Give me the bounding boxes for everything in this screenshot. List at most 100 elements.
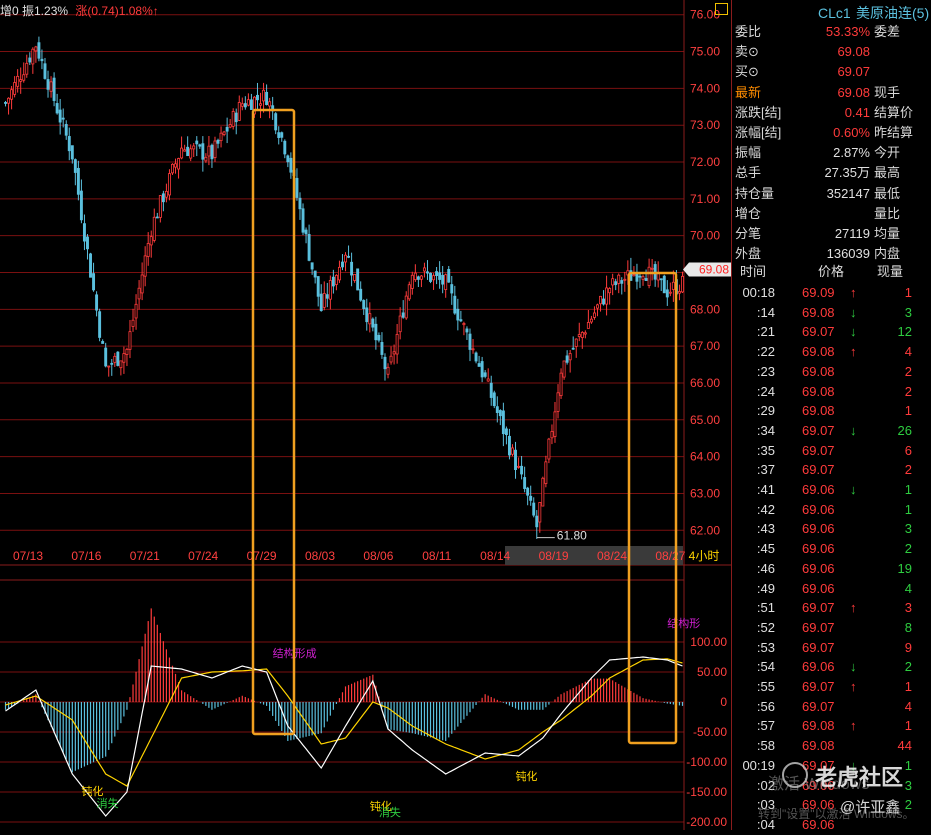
tick-arrow: ↓ bbox=[850, 422, 857, 438]
candle-body bbox=[174, 163, 177, 168]
candle-body bbox=[559, 372, 563, 397]
quote-label: 振幅 bbox=[735, 145, 762, 161]
candle-body bbox=[64, 124, 68, 136]
watermark-user: @许亚鑫 bbox=[840, 799, 901, 816]
tick-qty: 3 bbox=[904, 600, 912, 616]
tick-header-time: 时间 bbox=[740, 264, 767, 279]
tick-qty: 2 bbox=[904, 659, 912, 675]
tick-qty: 8 bbox=[904, 619, 912, 635]
tick-arrow: ↓ bbox=[850, 324, 857, 340]
candle-body bbox=[198, 144, 202, 147]
price-chart[interactable]: 76.0075.0074.0073.0072.0071.0070.0069.00… bbox=[0, 0, 731, 830]
date-axis-tick: 08/24 bbox=[597, 549, 627, 563]
candle-body bbox=[155, 216, 159, 219]
macd-annotation: 消失 bbox=[379, 805, 401, 819]
tick-row: :55 69.07 ↑ 1 bbox=[732, 677, 931, 697]
tick-arrow: ↑ bbox=[850, 344, 857, 360]
quote-label: 持仓量 bbox=[735, 185, 775, 201]
candle-body bbox=[386, 366, 390, 375]
candle-body bbox=[438, 272, 442, 280]
quote-row: 卖⊙ 69.08 bbox=[732, 42, 931, 62]
candle-body bbox=[541, 477, 545, 507]
date-axis-tick: 07/16 bbox=[71, 549, 101, 563]
tick-price: 69.06 bbox=[802, 482, 835, 497]
tick-row: :53 69.07 9 bbox=[732, 638, 931, 658]
candle-body bbox=[76, 167, 80, 195]
tick-price: 69.08 bbox=[802, 344, 835, 360]
candle-body bbox=[644, 278, 648, 281]
candle-body bbox=[574, 338, 578, 347]
settings-box-icon[interactable] bbox=[715, 3, 728, 15]
tick-time: :55 bbox=[756, 679, 775, 694]
price-axis-tick: 70.00 bbox=[690, 229, 720, 243]
tick-row: 00:18 69.09 ↑ 1 bbox=[732, 283, 931, 303]
candle-body bbox=[501, 410, 505, 435]
price-axis-tick: 65.00 bbox=[690, 413, 720, 427]
tick-qty: 1 bbox=[904, 501, 912, 517]
candle-body bbox=[389, 355, 393, 363]
candle-body bbox=[422, 267, 426, 272]
candle-body bbox=[234, 112, 238, 123]
tick-time: :56 bbox=[756, 698, 775, 714]
date-axis-tick: 08/11 bbox=[422, 549, 451, 563]
candle-body bbox=[49, 81, 53, 92]
tick-time: :58 bbox=[756, 738, 775, 754]
tick-qty: 1 bbox=[904, 718, 912, 734]
tick-qty: 1 bbox=[904, 482, 912, 497]
tiger-logo-icon bbox=[782, 762, 808, 788]
candle-body bbox=[538, 502, 542, 523]
tick-time: :23 bbox=[756, 363, 775, 379]
candle-body bbox=[213, 140, 217, 158]
candle-body bbox=[171, 163, 174, 174]
candle-body bbox=[617, 274, 621, 284]
tick-arrow: ↑ bbox=[850, 285, 857, 300]
price-axis-tick: 67.00 bbox=[690, 339, 720, 353]
candle-body bbox=[620, 280, 624, 284]
tick-price: 69.06 bbox=[802, 560, 835, 576]
candle-body bbox=[274, 113, 278, 131]
info-change: 涨(0.74)1.08%↑ bbox=[75, 4, 159, 18]
candle-body bbox=[462, 323, 466, 326]
candle-body bbox=[507, 435, 511, 456]
tick-time: :21 bbox=[756, 324, 775, 340]
tick-time: 00:18 bbox=[742, 285, 775, 300]
tick-qty: 4 bbox=[904, 698, 912, 714]
candle-body bbox=[435, 271, 439, 277]
tick-time: :37 bbox=[756, 462, 775, 478]
candle-body bbox=[589, 318, 593, 323]
tick-row: :24 69.08 2 bbox=[732, 382, 931, 402]
candle-body bbox=[520, 465, 524, 475]
tick-row: :23 69.08 2 bbox=[732, 362, 931, 382]
candle-body bbox=[535, 515, 539, 528]
quote-row: 买⊙ 69.07 bbox=[732, 62, 931, 82]
candle-body bbox=[25, 62, 29, 75]
low-price-label: 61.80 bbox=[557, 529, 587, 543]
macd-axis-tick: 0 bbox=[720, 695, 727, 709]
candle-body bbox=[289, 157, 293, 173]
tick-row: :54 69.06 ↓ 2 bbox=[732, 657, 931, 677]
candle-body bbox=[592, 312, 596, 318]
candle-body bbox=[61, 117, 65, 120]
candle-body bbox=[210, 144, 214, 160]
tick-arrow: ↑ bbox=[850, 718, 857, 734]
tick-qty: 1 bbox=[904, 757, 912, 773]
candle-body bbox=[186, 146, 190, 157]
candle-body bbox=[489, 382, 493, 398]
candle-body bbox=[73, 159, 77, 173]
candle-body bbox=[110, 362, 114, 365]
quote-panel: CLc1 美原油连(5) 委比 53.33% 委差 卖⊙ 69.08 买⊙ 69.… bbox=[731, 0, 931, 832]
tick-arrow: ↓ bbox=[850, 482, 857, 497]
price-axis-tick: 63.00 bbox=[690, 486, 720, 500]
tick-time: :29 bbox=[756, 403, 775, 419]
tick-time: :41 bbox=[756, 482, 775, 497]
quote-value: 69.08 bbox=[837, 44, 870, 60]
candle-body bbox=[410, 274, 414, 289]
macd-axis-tick: -100.00 bbox=[686, 755, 727, 769]
tick-time: :43 bbox=[756, 521, 775, 537]
candle-body bbox=[632, 274, 636, 277]
quote-label: 委比 bbox=[735, 24, 762, 39]
quote-label-2: 均量 bbox=[874, 226, 901, 241]
candle-body bbox=[511, 447, 514, 455]
tick-arrow: ↑ bbox=[850, 679, 857, 694]
tick-price: 69.07 bbox=[802, 698, 835, 714]
